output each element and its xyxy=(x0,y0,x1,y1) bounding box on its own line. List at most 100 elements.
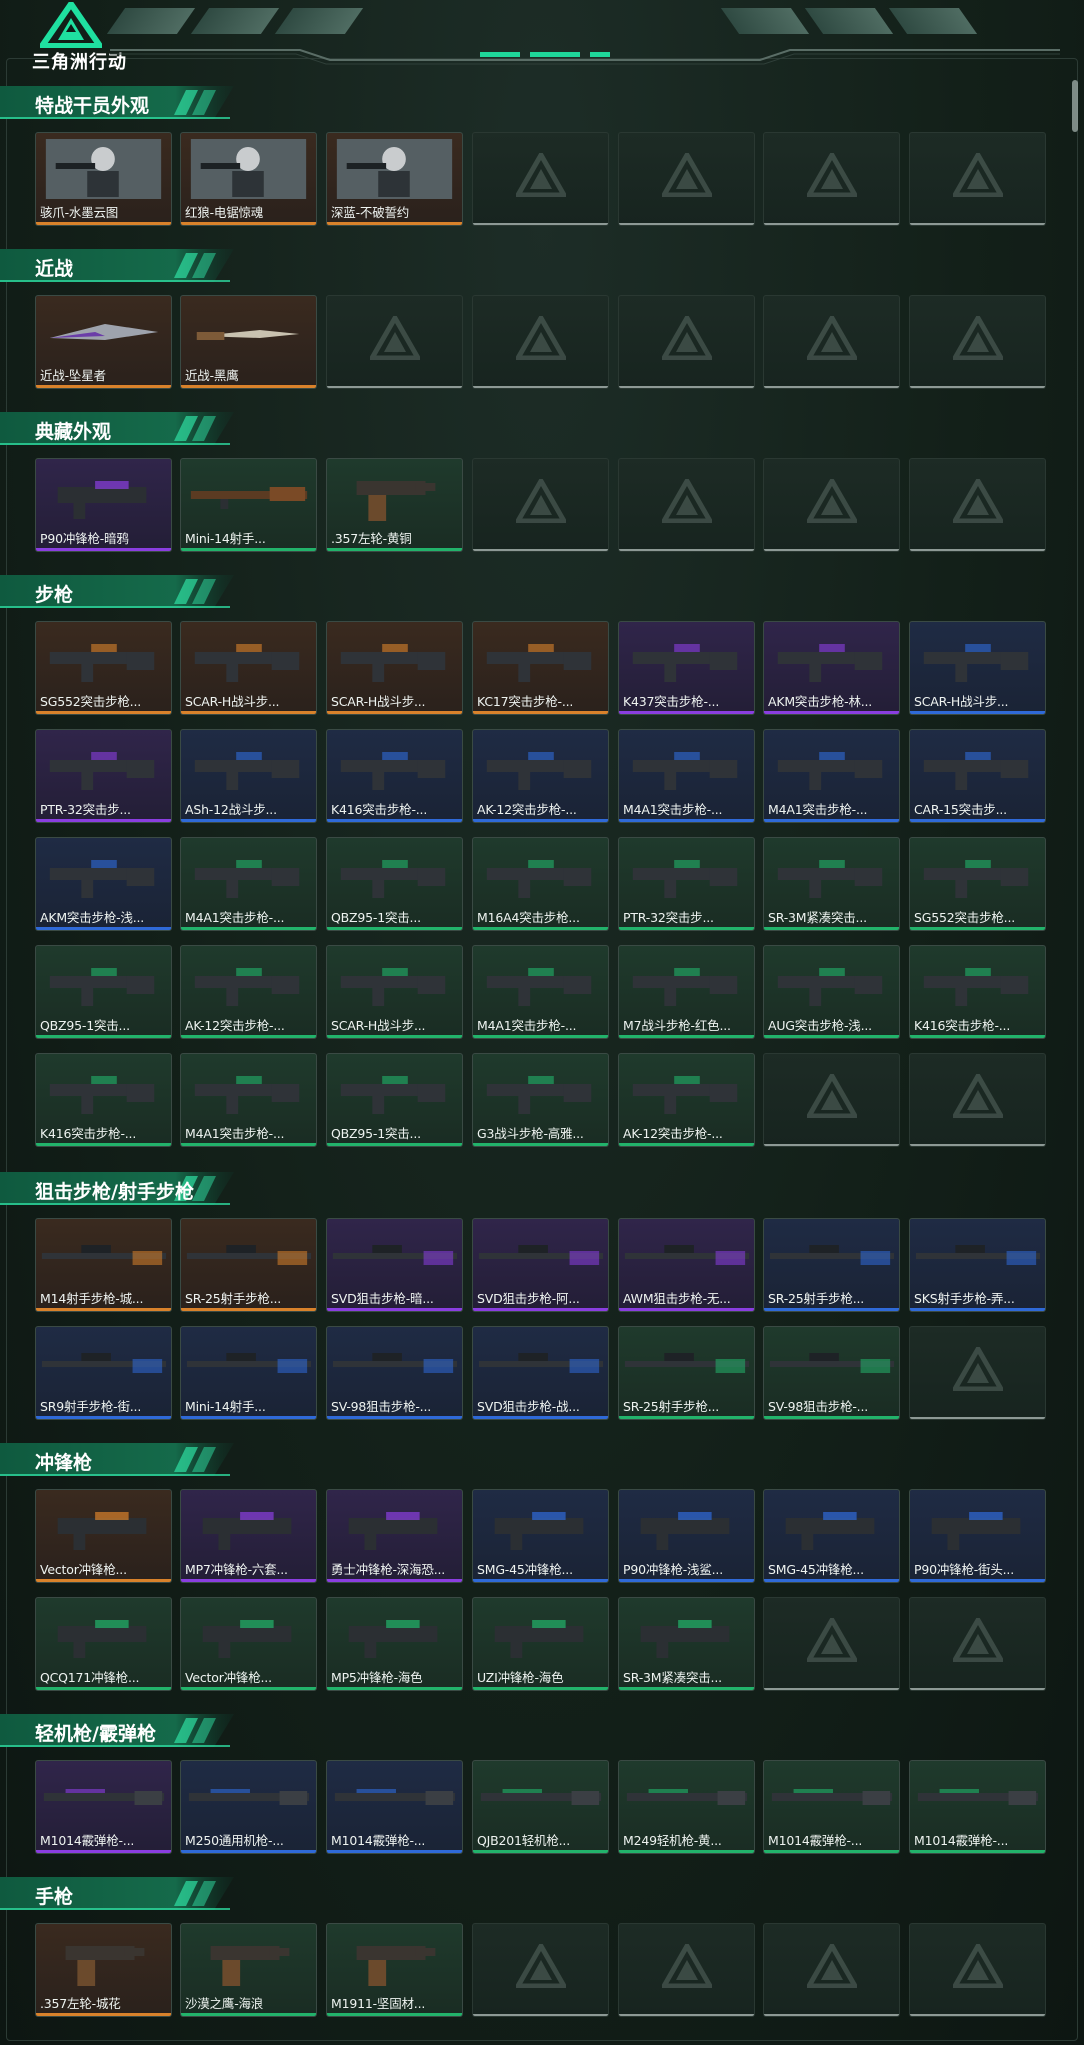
skin-card[interactable]: 深蓝-不破誓约 xyxy=(326,132,463,226)
skin-card[interactable]: 沙漠之鹰-海浪 xyxy=(180,1923,317,2017)
empty-skin-slot[interactable] xyxy=(618,1923,755,2017)
empty-skin-slot[interactable] xyxy=(763,295,900,389)
empty-skin-slot[interactable] xyxy=(909,1597,1046,1691)
empty-skin-slot[interactable] xyxy=(909,458,1046,552)
skin-card[interactable]: M14射手步枪-城... xyxy=(35,1218,172,1312)
skin-card[interactable]: M1911-坚固材... xyxy=(326,1923,463,2017)
skin-card[interactable]: M4A1突击步枪-... xyxy=(472,945,609,1039)
skin-card[interactable]: AKM突击步枪-浅... xyxy=(35,837,172,931)
empty-skin-slot[interactable] xyxy=(618,458,755,552)
skin-card[interactable]: P90冲锋枪-街头... xyxy=(909,1489,1046,1583)
scrollbar[interactable] xyxy=(1072,80,1078,132)
skin-card[interactable]: K416突击步枪-... xyxy=(909,945,1046,1039)
skin-card[interactable]: K416突击步枪-... xyxy=(35,1053,172,1147)
skin-card[interactable]: 近战-黑鹰 xyxy=(180,295,317,389)
skin-card[interactable]: UZI冲锋枪-海色 xyxy=(472,1597,609,1691)
empty-skin-slot[interactable] xyxy=(472,458,609,552)
skin-card[interactable]: SV-98狙击步枪-... xyxy=(763,1326,900,1420)
empty-skin-slot[interactable] xyxy=(326,295,463,389)
skin-card[interactable]: M1014霰弹枪-... xyxy=(763,1760,900,1854)
skin-card[interactable]: SCAR-H战斗步... xyxy=(909,621,1046,715)
skin-card[interactable]: K437突击步枪-... xyxy=(618,621,755,715)
skin-card[interactable]: 近战-坠星者 xyxy=(35,295,172,389)
skin-card[interactable]: AK-12突击步枪-... xyxy=(472,729,609,823)
skin-card[interactable]: 勇士冲锋枪-深海恐... xyxy=(326,1489,463,1583)
skin-card[interactable]: SR9射手步枪-街... xyxy=(35,1326,172,1420)
skin-card[interactable]: G3战斗步枪-高雅... xyxy=(472,1053,609,1147)
empty-skin-slot[interactable] xyxy=(909,132,1046,226)
skin-card[interactable]: SG552突击步枪... xyxy=(909,837,1046,931)
skin-card[interactable]: CAR-15突击步... xyxy=(909,729,1046,823)
empty-skin-slot[interactable] xyxy=(763,458,900,552)
empty-skin-slot[interactable] xyxy=(763,1053,900,1147)
skin-card[interactable]: QCQ171冲锋枪... xyxy=(35,1597,172,1691)
skin-card[interactable]: M1014霰弹枪-... xyxy=(35,1760,172,1854)
empty-skin-slot[interactable] xyxy=(909,1053,1046,1147)
skin-card[interactable]: QJB201轻机枪... xyxy=(472,1760,609,1854)
skin-card[interactable]: SMG-45冲锋枪... xyxy=(472,1489,609,1583)
skin-card[interactable]: SKS射手步枪-弄... xyxy=(909,1218,1046,1312)
skin-card[interactable]: QBZ95-1突击... xyxy=(35,945,172,1039)
rarity-bar xyxy=(181,385,316,388)
skin-card[interactable]: SCAR-H战斗步... xyxy=(326,945,463,1039)
skin-card[interactable]: SVD狙击步枪-阿... xyxy=(472,1218,609,1312)
skin-card[interactable]: .357左轮-城花 xyxy=(35,1923,172,2017)
skin-card[interactable]: SG552突击步枪... xyxy=(35,621,172,715)
skin-card[interactable]: P90冲锋枪-暗鸦 xyxy=(35,458,172,552)
skin-card[interactable]: M16A4突击步枪... xyxy=(472,837,609,931)
skin-card[interactable]: SV-98狙击步枪-... xyxy=(326,1326,463,1420)
empty-skin-slot[interactable] xyxy=(472,1923,609,2017)
skin-card[interactable]: AK-12突击步枪-... xyxy=(180,945,317,1039)
skin-card[interactable]: K416突击步枪-... xyxy=(326,729,463,823)
skin-card[interactable]: SR-25射手步枪... xyxy=(180,1218,317,1312)
skin-card[interactable]: SVD狙击步枪-战... xyxy=(472,1326,609,1420)
empty-skin-slot[interactable] xyxy=(909,1326,1046,1420)
skin-card[interactable]: M4A1突击步枪-... xyxy=(618,729,755,823)
skin-card[interactable]: QBZ95-1突击... xyxy=(326,1053,463,1147)
skin-card[interactable]: SMG-45冲锋枪... xyxy=(763,1489,900,1583)
skin-card[interactable]: SR-25射手步枪... xyxy=(618,1326,755,1420)
empty-skin-slot[interactable] xyxy=(763,132,900,226)
empty-skin-slot[interactable] xyxy=(909,295,1046,389)
empty-skin-slot[interactable] xyxy=(763,1597,900,1691)
skin-card[interactable]: SCAR-H战斗步... xyxy=(326,621,463,715)
skin-card[interactable]: 骇爪-水墨云图 xyxy=(35,132,172,226)
skin-card[interactable]: MP7冲锋枪-六套... xyxy=(180,1489,317,1583)
skin-card[interactable]: AKM突击步枪-林... xyxy=(763,621,900,715)
empty-skin-slot[interactable] xyxy=(472,295,609,389)
empty-skin-slot[interactable] xyxy=(472,132,609,226)
skin-card[interactable]: M250通用机枪-... xyxy=(180,1760,317,1854)
skin-card[interactable]: M249轻机枪-黄... xyxy=(618,1760,755,1854)
skin-card[interactable]: PTR-32突击步... xyxy=(35,729,172,823)
empty-skin-slot[interactable] xyxy=(618,295,755,389)
skin-card[interactable]: Vector冲锋枪... xyxy=(180,1597,317,1691)
skin-card[interactable]: SVD狙击步枪-暗... xyxy=(326,1218,463,1312)
skin-card[interactable]: Vector冲锋枪... xyxy=(35,1489,172,1583)
empty-skin-slot[interactable] xyxy=(618,132,755,226)
skin-card[interactable]: AK-12突击步枪-... xyxy=(618,1053,755,1147)
skin-card[interactable]: M4A1突击步枪-... xyxy=(180,837,317,931)
skin-card[interactable]: M7战斗步枪-红色... xyxy=(618,945,755,1039)
skin-card[interactable]: KC17突击步枪-... xyxy=(472,621,609,715)
skin-card[interactable]: ASh-12战斗步... xyxy=(180,729,317,823)
skin-card[interactable]: QBZ95-1突击... xyxy=(326,837,463,931)
skin-card[interactable]: .357左轮-黄铜 xyxy=(326,458,463,552)
skin-card[interactable]: M1014霰弹枪-... xyxy=(326,1760,463,1854)
empty-skin-slot[interactable] xyxy=(763,1923,900,2017)
skin-card[interactable]: Mini-14射手... xyxy=(180,458,317,552)
skin-card[interactable]: Mini-14射手... xyxy=(180,1326,317,1420)
skin-card[interactable]: SCAR-H战斗步... xyxy=(180,621,317,715)
skin-card[interactable]: AWM狙击步枪-无... xyxy=(618,1218,755,1312)
skin-card[interactable]: M4A1突击步枪-... xyxy=(180,1053,317,1147)
skin-card[interactable]: PTR-32突击步... xyxy=(618,837,755,931)
skin-card[interactable]: P90冲锋枪-浅鲨... xyxy=(618,1489,755,1583)
skin-card[interactable]: SR-25射手步枪... xyxy=(763,1218,900,1312)
skin-card[interactable]: SR-3M紧凑突击... xyxy=(763,837,900,931)
skin-card[interactable]: M4A1突击步枪-... xyxy=(763,729,900,823)
empty-skin-slot[interactable] xyxy=(909,1923,1046,2017)
skin-card[interactable]: 红狼-电锯惊魂 xyxy=(180,132,317,226)
skin-card[interactable]: AUG突击步枪-浅... xyxy=(763,945,900,1039)
skin-card[interactable]: MP5冲锋枪-海色 xyxy=(326,1597,463,1691)
skin-card[interactable]: SR-3M紧凑突击... xyxy=(618,1597,755,1691)
skin-card[interactable]: M1014霰弹枪-... xyxy=(909,1760,1046,1854)
